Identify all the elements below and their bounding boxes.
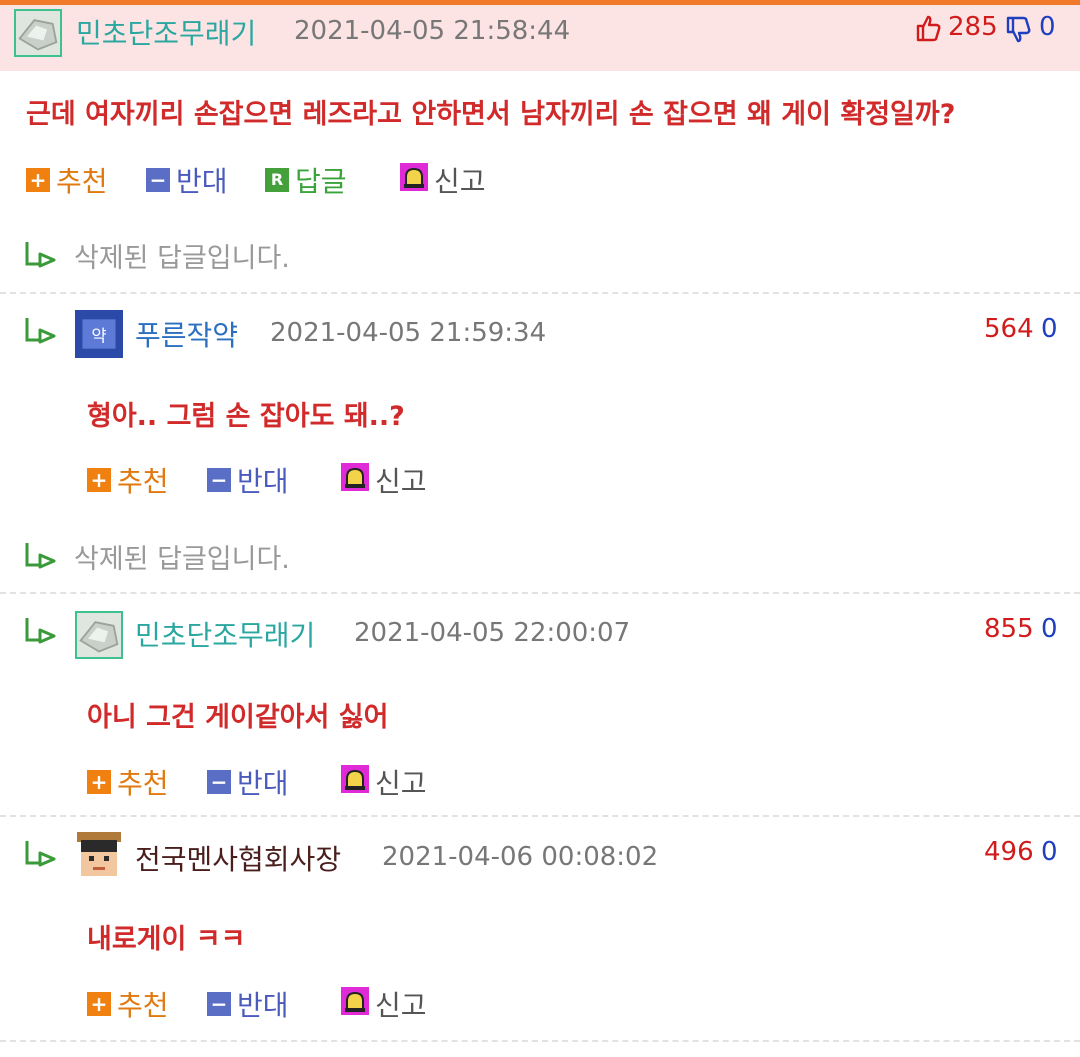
siren-icon bbox=[341, 986, 369, 1022]
comment-author[interactable]: 푸른작약 bbox=[135, 314, 238, 354]
recommend-button[interactable]: + 추천 bbox=[87, 984, 169, 1024]
thumbs-up-icon[interactable] bbox=[915, 14, 941, 42]
like-count: 855 bbox=[984, 614, 1034, 644]
comment-date: 2021-04-06 00:08:02 bbox=[382, 842, 659, 872]
avatar[interactable]: 약 bbox=[75, 310, 123, 358]
plus-icon: + bbox=[87, 770, 111, 794]
reply-badge-icon: R bbox=[265, 168, 289, 192]
like-count: 564 bbox=[984, 314, 1034, 344]
report-button[interactable]: 신고 bbox=[341, 460, 427, 500]
siren-icon bbox=[341, 462, 369, 498]
dislike-count: 0 bbox=[1041, 614, 1058, 644]
report-button[interactable]: 신고 bbox=[341, 984, 427, 1024]
like-count: 496 bbox=[984, 837, 1034, 867]
thumbs-down-icon[interactable] bbox=[1005, 16, 1031, 44]
reply-arrow-icon bbox=[24, 240, 58, 268]
plus-icon: + bbox=[87, 992, 111, 1016]
comment-body: 내로게이 ㅋㅋ bbox=[87, 924, 246, 955]
oppose-button[interactable]: − 반대 bbox=[207, 460, 289, 500]
comment-author[interactable]: 전국멘사협회사장 bbox=[135, 838, 341, 878]
comment-author[interactable]: 민초단조무래기 bbox=[135, 614, 315, 654]
comment-author[interactable]: 민초단조무래기 bbox=[76, 12, 256, 52]
oppose-button[interactable]: − 반대 bbox=[207, 762, 289, 802]
plus-icon: + bbox=[87, 468, 111, 492]
comment-date: 2021-04-05 21:58:44 bbox=[294, 16, 571, 46]
comment-body: 근데 여자끼리 손잡으면 레즈라고 안하면서 남자끼리 손 잡으면 왜 게이 확… bbox=[26, 99, 956, 130]
reply-arrow-icon bbox=[24, 616, 58, 644]
comment-date: 2021-04-05 22:00:07 bbox=[354, 618, 631, 648]
minus-icon: − bbox=[146, 168, 170, 192]
comment-body: 형아.. 그럼 손 잡아도 돼..? bbox=[87, 401, 405, 432]
recommend-button[interactable]: + 추천 bbox=[26, 160, 108, 200]
siren-icon bbox=[341, 764, 369, 800]
deleted-reply-text: 삭제된 답글입니다. bbox=[74, 544, 290, 575]
oppose-button[interactable]: − 반대 bbox=[146, 160, 228, 200]
divider bbox=[0, 592, 1080, 594]
like-count: 285 bbox=[948, 12, 998, 42]
deleted-reply-text: 삭제된 답글입니다. bbox=[74, 243, 290, 274]
divider bbox=[0, 815, 1080, 817]
avatar[interactable] bbox=[14, 9, 62, 57]
comment-date: 2021-04-05 21:59:34 bbox=[270, 318, 547, 348]
recommend-button[interactable]: + 추천 bbox=[87, 762, 169, 802]
minus-icon: − bbox=[207, 992, 231, 1016]
reply-button[interactable]: R 답글 bbox=[265, 160, 347, 200]
divider bbox=[0, 292, 1080, 294]
plus-icon: + bbox=[26, 168, 50, 192]
reply-arrow-icon bbox=[24, 839, 58, 867]
reply-arrow-icon bbox=[24, 316, 58, 344]
dislike-count: 0 bbox=[1041, 314, 1058, 344]
dislike-count: 0 bbox=[1039, 12, 1056, 42]
minus-icon: − bbox=[207, 468, 231, 492]
divider bbox=[0, 1040, 1080, 1042]
siren-icon bbox=[400, 162, 428, 198]
svg-text:약: 약 bbox=[91, 326, 106, 345]
minus-icon: − bbox=[207, 770, 231, 794]
report-button[interactable]: 신고 bbox=[341, 762, 427, 802]
oppose-button[interactable]: − 반대 bbox=[207, 984, 289, 1024]
reply-arrow-icon bbox=[24, 541, 58, 569]
avatar[interactable] bbox=[75, 611, 123, 659]
avatar[interactable] bbox=[75, 832, 123, 880]
dislike-count: 0 bbox=[1041, 837, 1058, 867]
report-button[interactable]: 신고 bbox=[400, 160, 486, 200]
recommend-button[interactable]: + 추천 bbox=[87, 460, 169, 500]
comment-body: 아니 그건 게이같아서 싫어 bbox=[87, 702, 389, 733]
